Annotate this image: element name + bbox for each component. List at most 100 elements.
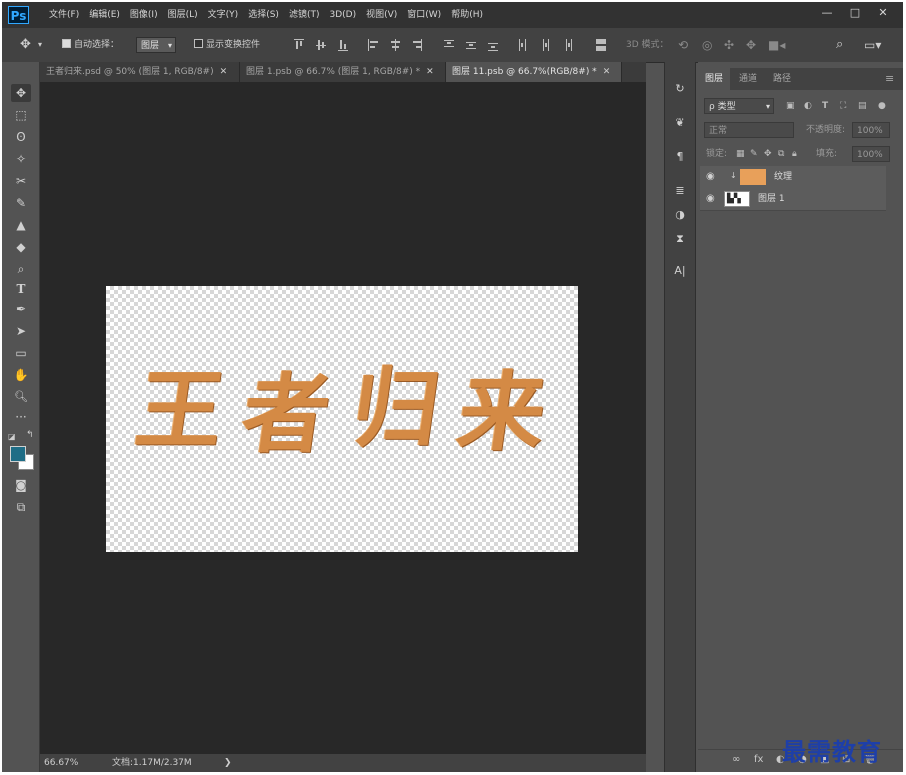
distribute-hcenter-icon[interactable] bbox=[540, 39, 550, 51]
tab-layers[interactable]: 图层 bbox=[698, 68, 731, 90]
shape-tool-icon[interactable]: ▭ bbox=[11, 344, 31, 362]
more-tools-icon[interactable]: ··· bbox=[11, 408, 31, 426]
layer-kind-select[interactable]: ρ 类型 ▾ bbox=[704, 98, 774, 114]
default-colors-icon[interactable]: ◪ bbox=[8, 432, 16, 441]
menu-layer[interactable]: 图层(L) bbox=[163, 2, 203, 28]
distribute-right-icon[interactable] bbox=[562, 39, 572, 51]
styles-icon[interactable]: ◑ bbox=[671, 206, 689, 224]
menu-filter[interactable]: 滤镜(T) bbox=[284, 2, 325, 28]
align-bottom-icon[interactable] bbox=[338, 39, 348, 51]
move-tool-icon[interactable]: ✥ bbox=[11, 84, 31, 102]
character-icon[interactable]: A| bbox=[671, 262, 689, 280]
menu-select[interactable]: 选择(S) bbox=[243, 2, 284, 28]
auto-select-checkbox[interactable]: 自动选择： bbox=[62, 28, 119, 62]
restore-button[interactable]: □ bbox=[841, 2, 869, 24]
tab-channels[interactable]: 通道 bbox=[732, 68, 764, 90]
zoom-tool-icon[interactable]: 🔍︎ bbox=[11, 388, 31, 406]
close-icon[interactable]: ✕ bbox=[603, 67, 611, 77]
info-icon[interactable]: ⧗ bbox=[671, 230, 689, 248]
search-icon[interactable]: ⌕ bbox=[836, 28, 843, 62]
close-button[interactable]: ✕ bbox=[869, 2, 897, 24]
menu-image[interactable]: 图像(I) bbox=[125, 2, 163, 28]
brushes-icon[interactable]: ❦ bbox=[671, 114, 689, 132]
menu-3d[interactable]: 3D(D) bbox=[324, 2, 361, 28]
paragraph-icon[interactable]: ¶ bbox=[671, 148, 689, 166]
dodge-tool-icon[interactable]: ⌕ bbox=[11, 260, 31, 278]
history-icon[interactable]: ↻ bbox=[671, 80, 689, 98]
minimize-button[interactable]: — bbox=[813, 2, 841, 24]
chevron-down-icon[interactable]: ▾ bbox=[38, 28, 42, 62]
tab-paths[interactable]: 路径 bbox=[766, 68, 798, 90]
crop-tool-icon[interactable]: ✂ bbox=[11, 172, 31, 190]
chevron-right-icon[interactable]: ❯ bbox=[224, 754, 232, 772]
filter-shape-icon[interactable]: ⛶ bbox=[840, 96, 846, 116]
lock-position-icon[interactable]: ✥ bbox=[764, 144, 772, 164]
marquee-tool-icon[interactable]: ⬚ bbox=[11, 106, 31, 124]
document-canvas[interactable]: 王 者 归 来 bbox=[106, 286, 578, 552]
brush-tool-icon[interactable]: ✎ bbox=[11, 194, 31, 212]
filter-adjust-icon[interactable]: ◐ bbox=[804, 96, 812, 116]
type-tool-icon[interactable]: T bbox=[11, 280, 31, 298]
pen-tool-icon[interactable]: ✒ bbox=[11, 300, 31, 318]
close-icon[interactable]: ✕ bbox=[220, 67, 228, 77]
blend-mode-select[interactable]: 正常 bbox=[704, 122, 794, 138]
screen-mode-icon[interactable]: ⧉ bbox=[11, 498, 31, 516]
distribute-top-icon[interactable] bbox=[444, 39, 454, 51]
filter-toggle-icon[interactable]: ● bbox=[878, 96, 886, 116]
quick-mask-icon[interactable]: ◙ bbox=[11, 476, 31, 494]
panel-menu-icon[interactable]: ≡ bbox=[878, 68, 901, 90]
move-options-icon[interactable]: ✥ bbox=[20, 28, 31, 62]
auto-align-icon[interactable] bbox=[596, 39, 606, 51]
menu-edit[interactable]: 编辑(E) bbox=[84, 2, 125, 28]
lock-pixels-icon[interactable]: ✎ bbox=[750, 144, 758, 164]
filter-type-icon[interactable]: T bbox=[822, 96, 828, 116]
hand-tool-icon[interactable]: ✋ bbox=[11, 366, 31, 384]
lock-transparent-icon[interactable]: ▦ bbox=[736, 144, 745, 164]
align-hcenter-icon[interactable] bbox=[390, 39, 400, 51]
opacity-input[interactable]: 100% bbox=[852, 122, 890, 138]
swap-colors-icon[interactable]: ↰ bbox=[26, 430, 34, 440]
menu-view[interactable]: 视图(V) bbox=[361, 2, 402, 28]
visibility-eye-icon[interactable]: ◉ bbox=[706, 193, 715, 204]
eraser-tool-icon[interactable]: ◆ bbox=[11, 238, 31, 256]
3d-orbit-icon[interactable]: ⟲ bbox=[678, 28, 688, 62]
3d-camera-icon[interactable]: ■◂ bbox=[768, 28, 785, 62]
fill-input[interactable]: 100% bbox=[852, 146, 890, 162]
filter-smart-icon[interactable]: ▤ bbox=[858, 96, 867, 116]
tab-document-1[interactable]: 王者归来.psd @ 50% (图层 1, RGB/8#) ✕ bbox=[40, 62, 240, 82]
layer-style-icon[interactable]: fx bbox=[754, 754, 763, 765]
lasso-tool-icon[interactable]: ʘ bbox=[11, 128, 31, 146]
menu-file[interactable]: 文件(F) bbox=[44, 2, 84, 28]
lock-all-icon[interactable]: 🔒︎ bbox=[792, 144, 797, 164]
foreground-color-swatch[interactable] bbox=[10, 446, 26, 462]
show-transform-checkbox[interactable]: 显示变换控件 bbox=[194, 28, 260, 62]
zoom-level[interactable]: 66.67% bbox=[44, 754, 78, 772]
link-layers-icon[interactable]: ∞ bbox=[732, 754, 740, 765]
auto-select-target-select[interactable]: 图层 ▾ bbox=[136, 37, 176, 53]
magic-wand-tool-icon[interactable]: ✧ bbox=[11, 150, 31, 168]
close-icon[interactable]: ✕ bbox=[426, 67, 434, 77]
menu-help[interactable]: 帮助(H) bbox=[446, 2, 488, 28]
distribute-bottom-icon[interactable] bbox=[488, 39, 498, 51]
tab-document-3[interactable]: 图层 11.psb @ 66.7%(RGB/8#) * ✕ bbox=[446, 62, 622, 82]
layer-row-texture[interactable]: ◉ ↓ 纹理 bbox=[700, 166, 886, 189]
menu-window[interactable]: 窗口(W) bbox=[402, 2, 446, 28]
visibility-eye-icon[interactable]: ◉ bbox=[706, 171, 715, 182]
tab-document-2[interactable]: 图层 1.psb @ 66.7% (图层 1, RGB/8#) * ✕ bbox=[240, 62, 446, 82]
align-top-icon[interactable] bbox=[294, 39, 304, 51]
layer-row-layer1[interactable]: ◉ ▙▚ 图层 1 bbox=[700, 188, 886, 211]
align-vcenter-icon[interactable] bbox=[316, 39, 326, 51]
canvas-workspace[interactable]: 王 者 归 来 bbox=[40, 82, 646, 754]
workspace-icon[interactable]: ▭▾ bbox=[864, 28, 881, 62]
align-left-icon[interactable] bbox=[368, 39, 378, 51]
menu-type[interactable]: 文字(Y) bbox=[203, 2, 244, 28]
align-right-icon[interactable] bbox=[412, 39, 422, 51]
path-select-tool-icon[interactable]: ➤ bbox=[11, 322, 31, 340]
lock-artboard-icon[interactable]: ⧉ bbox=[778, 144, 784, 164]
distribute-left-icon[interactable] bbox=[518, 39, 528, 51]
3d-slide-icon[interactable]: ✥ bbox=[746, 28, 756, 62]
stamp-tool-icon[interactable]: ▲ bbox=[11, 216, 31, 234]
distribute-vcenter-icon[interactable] bbox=[466, 39, 476, 51]
3d-roll-icon[interactable]: ◎ bbox=[702, 28, 712, 62]
adjust-icon[interactable]: ≣ bbox=[671, 182, 689, 200]
